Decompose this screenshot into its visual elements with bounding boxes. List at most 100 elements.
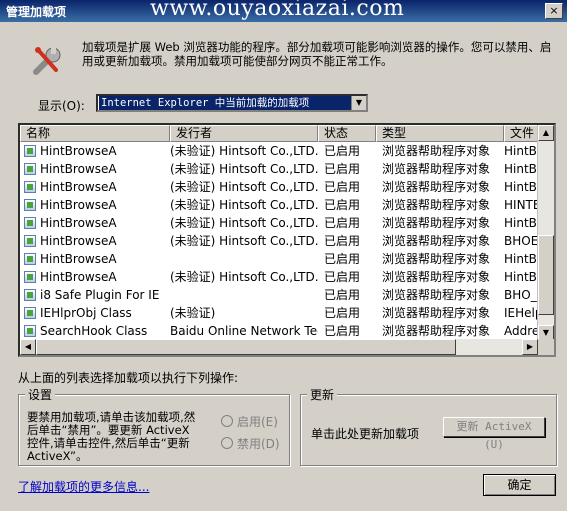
settings-title: 设置 (25, 386, 56, 403)
column-header-name[interactable]: 名称 (20, 125, 170, 142)
addon-icon (24, 325, 36, 337)
cell-name: HintBrowseA (40, 234, 117, 248)
addon-list[interactable]: 名称 发行者 状态 类型 文件 HintBrowseA (未验证) Hintsof… (18, 123, 556, 357)
ok-button[interactable]: 确定 (483, 474, 556, 496)
table-row[interactable]: IEHlprObj Class (未验证) 已启用 浏览器帮助程序对象 IEHelpe (20, 304, 540, 322)
enable-radio-label: 启用(E) (237, 415, 278, 429)
cell-name: IEHlprObj Class (40, 306, 132, 320)
cell-file: BHOEx (504, 234, 540, 248)
update-activex-button[interactable]: 更新 ActiveX (U) (443, 417, 545, 451)
addon-icon (24, 271, 36, 283)
cell-status: 已启用 (324, 288, 361, 302)
more-info-link[interactable]: 了解加载项的更多信息... (18, 478, 149, 495)
cell-file: HINTBR (504, 198, 540, 212)
cell-file: BHO_G (504, 288, 540, 302)
cell-publisher: (未验证) Hintsoft Co.,LTD. (170, 162, 318, 176)
cell-status: 已启用 (324, 216, 361, 230)
cell-publisher: Baidu Online Network Tec... (170, 324, 318, 338)
table-row[interactable]: HintBrowseA (未验证) Hintsoft Co.,LTD. 已启用 浏览器… (20, 268, 540, 286)
addon-icon (24, 307, 36, 319)
cell-type: 浏览器帮助程序对象 (382, 162, 491, 176)
cell-publisher: (未验证) Hintsoft Co.,LTD. (170, 234, 318, 248)
column-header-publisher[interactable]: 发行者 (170, 125, 318, 142)
cell-status: 已启用 (324, 234, 361, 248)
cell-status: 已启用 (324, 252, 361, 266)
action-label: 从上面的列表选择加载项以执行下列操作: (18, 371, 239, 385)
cell-file: IEHelpe (504, 306, 540, 320)
cell-name: HintBrowseA (40, 252, 117, 266)
table-row[interactable]: i8 Safe Plugin For IE 已启用 浏览器帮助程序对象 BHO_G (20, 286, 540, 304)
cell-file: HintBro (504, 180, 540, 194)
cell-publisher: (未验证) Hintsoft Co.,LTD. (170, 270, 318, 284)
radio-icon (221, 415, 233, 427)
cell-publisher: (未验证) Hintsoft Co.,LTD. (170, 198, 318, 212)
watermark: www.ouyaoxiazai.com (150, 0, 405, 21)
column-header-status[interactable]: 状态 (318, 125, 376, 142)
cell-status: 已启用 (324, 144, 361, 158)
settings-group: 设置 要禁用加载项,请单击该加载项,然后单击“禁用”。要更新 ActiveX 控… (18, 386, 290, 466)
cell-type: 浏览器帮助程序对象 (382, 270, 491, 284)
update-text: 单击此处更新加载项 (311, 427, 420, 441)
table-row[interactable]: SearchHook Class Baidu Online Network Tec… (20, 322, 540, 340)
cell-status: 已启用 (324, 198, 361, 212)
show-dropdown-value: Internet Explorer 中当前加载的加载项 (99, 96, 351, 110)
cell-name: HintBrowseA (40, 144, 117, 158)
cell-file: HintBro (504, 270, 540, 284)
cell-publisher: (未验证) Hintsoft Co.,LTD. (170, 216, 318, 230)
cell-name: HintBrowseA (40, 180, 117, 194)
cell-status: 已启用 (324, 180, 361, 194)
show-label: 显示(O): (38, 99, 85, 113)
chevron-down-icon[interactable]: ▼ (351, 96, 366, 110)
cell-type: 浏览器帮助程序对象 (382, 234, 491, 248)
show-dropdown[interactable]: Internet Explorer 中当前加载的加载项 ▼ (96, 94, 368, 112)
settings-text: 要禁用加载项,请单击该加载项,然后单击“禁用”。要更新 ActiveX 控件,请… (27, 410, 196, 463)
vertical-scrollbar[interactable]: ▲ ▼ (537, 125, 554, 341)
cell-type: 浏览器帮助程序对象 (382, 180, 491, 194)
cell-type: 浏览器帮助程序对象 (382, 216, 491, 230)
scroll-up-icon[interactable]: ▲ (538, 125, 554, 141)
scroll-left-icon[interactable]: ◀ (20, 339, 36, 355)
table-row[interactable]: HintBrowseA (未验证) Hintsoft Co.,LTD. 已启用 浏览器… (20, 160, 540, 178)
cell-file: Addres (504, 324, 540, 338)
update-title: 更新 (307, 386, 338, 403)
cell-name: HintBrowseA (40, 162, 117, 176)
addon-icon (24, 235, 36, 247)
table-row[interactable]: HintBrowseA (未验证) Hintsoft Co.,LTD. 已启用 浏览器… (20, 196, 540, 214)
column-header-type[interactable]: 类型 (376, 125, 504, 142)
scroll-thumb[interactable] (538, 235, 554, 315)
cell-file: HintBro (504, 252, 540, 266)
cell-type: 浏览器帮助程序对象 (382, 324, 491, 338)
cell-status: 已启用 (324, 270, 361, 284)
cell-status: 已启用 (324, 324, 361, 338)
scroll-right-icon[interactable]: ▶ (522, 339, 538, 355)
addon-icon (24, 145, 36, 157)
cell-type: 浏览器帮助程序对象 (382, 198, 491, 212)
table-row[interactable]: HintBrowseA (未验证) Hintsoft Co.,LTD. 已启用 浏览器… (20, 214, 540, 232)
table-row[interactable]: HintBrowseA 已启用 浏览器帮助程序对象 HintBro (20, 250, 540, 268)
title-bar: 管理加载项 www.ouyaoxiazai.com × (0, 0, 567, 22)
cell-name: HintBrowseA (40, 198, 117, 212)
hscroll-thumb[interactable] (36, 339, 456, 355)
enable-radio[interactable]: 启用(E) (221, 413, 278, 430)
horizontal-scrollbar[interactable]: ◀ ▶ (20, 339, 538, 355)
cell-file: HintBro (504, 144, 540, 158)
cell-type: 浏览器帮助程序对象 (382, 306, 491, 320)
wrench-icon (33, 47, 61, 75)
table-row[interactable]: HintBrowseA (未验证) Hintsoft Co.,LTD. 已启用 浏览器… (20, 232, 540, 250)
table-row[interactable]: HintBrowseA (未验证) Hintsoft Co.,LTD. 已启用 浏览器… (20, 142, 540, 160)
table-row[interactable]: HintBrowseA (未验证) Hintsoft Co.,LTD. 已启用 浏览器… (20, 178, 540, 196)
cell-status: 已启用 (324, 306, 361, 320)
cell-type: 浏览器帮助程序对象 (382, 252, 491, 266)
cell-name: SearchHook Class (40, 324, 148, 338)
cell-type: 浏览器帮助程序对象 (382, 144, 491, 158)
addon-icon (24, 217, 36, 229)
cell-status: 已启用 (324, 162, 361, 176)
disable-radio[interactable]: 禁用(D) (221, 435, 280, 452)
cell-type: 浏览器帮助程序对象 (382, 288, 491, 302)
cell-name: i8 Safe Plugin For IE (40, 288, 160, 302)
cell-file: HintBro (504, 162, 540, 176)
cell-file: HintBro (504, 216, 540, 230)
update-group: 更新 单击此处更新加载项 更新 ActiveX (U) (300, 386, 557, 466)
cell-publisher: (未验证) (170, 306, 216, 320)
close-button[interactable]: × (545, 3, 563, 19)
